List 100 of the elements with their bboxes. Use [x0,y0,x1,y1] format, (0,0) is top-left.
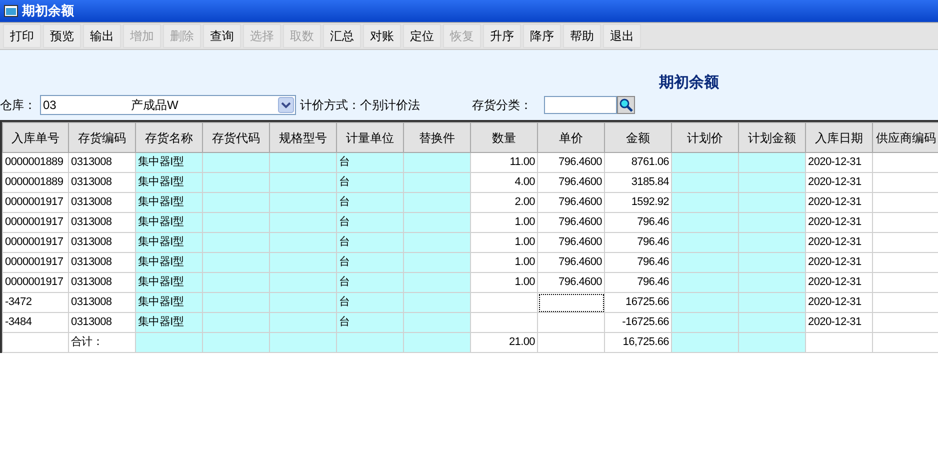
toolbar-button[interactable]: 输出 [83,24,121,48]
table-cell: 0313008 [68,212,136,232]
column-header[interactable]: 计量单位 [336,122,404,152]
table-cell: 16725.66 [604,292,672,312]
table-cell: -3472 [2,292,68,312]
category-field[interactable] [544,96,617,114]
window-icon [4,5,18,17]
table-cell: 0000001917 [2,272,68,292]
table-cell: 集中器I型 [136,292,202,312]
column-header[interactable]: 数量 [470,122,538,152]
column-header[interactable]: 金额 [604,122,672,152]
focused-cell[interactable] [538,292,604,312]
table-cell: 0313008 [68,272,136,292]
table-cell: 796.46 [604,252,672,272]
pricing-method-label: 计价方式：个别计价法 [300,97,421,114]
toolbar-button[interactable]: 打印 [3,24,41,48]
table-cell: 796.4600 [538,212,604,232]
table-cell: 集中器I型 [136,172,202,192]
table-cell: 0000001889 [2,152,68,172]
table-cell: 1.00 [470,252,538,272]
page-heading: 期初余额 [659,73,719,93]
toolbar-button[interactable]: 对账 [363,24,401,48]
table-cell: 796.4600 [538,152,604,172]
table-cell: 台 [336,172,404,192]
table-cell: 集中器I型 [136,312,202,332]
table-cell: 11.00 [470,152,538,172]
table-cell: 集中器I型 [136,192,202,212]
toolbar-button[interactable]: 定位 [403,24,441,48]
table-cell: 台 [336,272,404,292]
column-header[interactable]: 计划价 [672,122,738,152]
table-cell: 0313008 [68,312,136,332]
table-cell: 0313008 [68,192,136,212]
table-cell: 796.46 [604,272,672,292]
table-cell: 0313008 [68,152,136,172]
table-cell: 合计： [68,332,136,352]
table-cell: 0313008 [68,292,136,312]
toolbar-button[interactable]: 汇总 [323,24,361,48]
table-cell: -3484 [2,312,68,332]
table-cell: 台 [336,232,404,252]
table-cell: 8761.06 [604,152,672,172]
table-cell: 0000001917 [2,232,68,252]
table-cell: 1.00 [470,272,538,292]
toolbar-button[interactable]: 查询 [203,24,241,48]
table-cell: 0000001917 [2,252,68,272]
table-cell: 796.4600 [538,272,604,292]
table-cell: 集中器I型 [136,152,202,172]
table-cell: 集中器I型 [136,232,202,252]
search-button[interactable] [617,96,635,114]
table-cell: 集中器I型 [136,212,202,232]
table-cell: 16,725.66 [604,332,672,352]
table-cell: 0000001889 [2,172,68,192]
toolbar-button[interactable]: 升序 [483,24,521,48]
table-cell: 台 [336,312,404,332]
table-cell: 1592.92 [604,192,672,212]
table-cell: 0000001917 [2,212,68,232]
toolbar-button[interactable]: 帮助 [563,24,601,48]
table-cell: 796.4600 [538,192,604,212]
table-cell: 集中器I型 [136,272,202,292]
column-header[interactable]: 单价 [538,122,604,152]
table-cell: 2020-12-31 [806,212,872,232]
column-header[interactable]: 存货代码 [202,122,270,152]
table-cell: 2020-12-31 [806,312,872,332]
table-cell: 2.00 [470,192,538,212]
category-label: 存货分类： [472,97,533,114]
column-header[interactable]: 入库单号 [2,122,68,152]
table-cell: 4.00 [470,172,538,192]
table-cell: 796.4600 [538,232,604,252]
table-cell: 796.46 [604,232,672,252]
table-cell: 台 [336,152,404,172]
warehouse-dropdown[interactable]: 03 产成品W [40,95,296,115]
table-cell: 1.00 [470,212,538,232]
table-cell: -16725.66 [604,312,672,332]
table-cell: 集中器I型 [136,252,202,272]
table-cell: 0313008 [68,252,136,272]
table-cell: 2020-12-31 [806,252,872,272]
toolbar-button[interactable]: 降序 [523,24,561,48]
table-cell: 台 [336,192,404,212]
table-cell: 796.4600 [538,172,604,192]
table-cell: 796.4600 [538,252,604,272]
window-title: 期初余额 [22,2,74,20]
column-header[interactable]: 存货名称 [136,122,202,152]
column-header[interactable]: 供应商编码 [872,122,938,152]
column-header[interactable]: 存货编码 [68,122,136,152]
table-cell: 台 [336,252,404,272]
column-header[interactable]: 替换件 [404,122,470,152]
table-cell: 2020-12-31 [806,292,872,312]
table-cell: 21.00 [470,332,538,352]
toolbar-button[interactable]: 预览 [43,24,81,48]
table-cell: 1.00 [470,232,538,252]
table-cell: 2020-12-31 [806,272,872,292]
column-header[interactable]: 计划金额 [738,122,806,152]
table-cell: 3185.84 [604,172,672,192]
toolbar-button[interactable]: 退出 [603,24,641,48]
table-cell: 2020-12-31 [806,232,872,252]
column-header[interactable]: 入库日期 [806,122,872,152]
table-cell: 台 [336,292,404,312]
column-header[interactable]: 规格型号 [270,122,336,152]
search-icon [619,98,633,112]
table-cell: 0313008 [68,232,136,252]
table-cell: 2020-12-31 [806,152,872,172]
